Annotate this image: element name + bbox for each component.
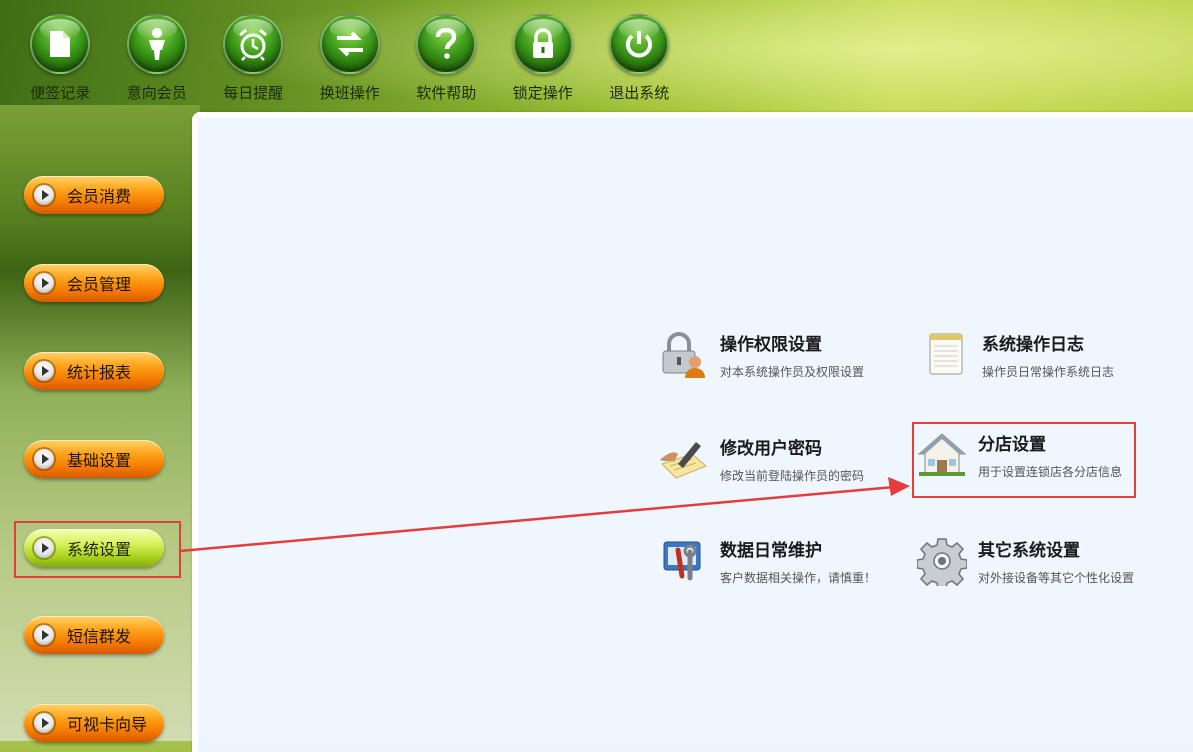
sidebar-item-reports[interactable]: 统计报表 (24, 352, 164, 390)
top-toolbar: 便签记录 意向会员 每日提醒 换班操作 软件帮助 锁定操作 退出系统 (12, 14, 688, 106)
sidebar-item-card-wizard[interactable]: 可视卡向导 (24, 704, 164, 742)
gear-icon (914, 536, 970, 586)
setting-title: 其它系统设置 (978, 541, 1080, 561)
sidebar-item-label: 统计报表 (67, 363, 132, 382)
toolbar-button-prospects[interactable]: 意向会员 (109, 14, 206, 106)
setting-data-maintenance[interactable]: 数据日常维护 客户数据相关操作，请慎重！ (656, 536, 876, 586)
highlight-box-sidebar (14, 521, 181, 578)
toolbar-button-exit[interactable]: 退出系统 (591, 14, 688, 106)
toolbar-button-help[interactable]: 软件帮助 (398, 14, 495, 106)
lock-user-icon (656, 330, 712, 380)
sidebar-item-label: 会员消费 (67, 187, 132, 206)
play-icon (34, 449, 54, 469)
swap-arrows-icon (319, 14, 380, 74)
setting-permissions[interactable]: 操作权限设置 对本系统操作员及权限设置 (656, 330, 864, 380)
power-icon (609, 14, 670, 74)
play-icon (34, 273, 54, 293)
sidebar-item-label: 可视卡向导 (67, 715, 148, 734)
person-icon (126, 14, 187, 74)
setting-change-password[interactable]: 修改用户密码 修改当前登陆操作员的密码 (656, 434, 864, 484)
setting-title: 修改用户密码 (720, 439, 822, 459)
question-icon (416, 14, 477, 74)
sidebar-item-basic-settings[interactable]: 基础设置 (24, 440, 164, 478)
setting-title: 数据日常维护 (720, 541, 822, 561)
toolbar-label: 每日提醒 (223, 84, 284, 102)
sidebar-item-member-consumption[interactable]: 会员消费 (24, 176, 164, 214)
toolbar-label: 便签记录 (30, 84, 91, 102)
setting-description: 对本系统操作员及权限设置 (720, 365, 865, 379)
setting-other-system[interactable]: 其它系统设置 对外接设备等其它个性化设置 (914, 536, 1134, 586)
play-icon (34, 713, 54, 733)
play-icon (34, 185, 54, 205)
setting-title: 操作权限设置 (720, 335, 822, 355)
toolbar-label: 锁定操作 (512, 84, 573, 102)
setting-title: 系统操作日志 (982, 335, 1084, 355)
notepad-icon (918, 330, 974, 380)
toolbar-button-lock[interactable]: 锁定操作 (495, 14, 592, 106)
sidebar-item-label: 短信群发 (67, 627, 132, 646)
toolbar-button-reminder[interactable]: 每日提醒 (205, 14, 302, 106)
alarm-clock-icon (223, 14, 284, 74)
note-icon (30, 14, 91, 74)
toolbar-button-notes[interactable]: 便签记录 (12, 14, 109, 106)
sidebar-item-label: 基础设置 (67, 451, 132, 470)
toolbar-label: 意向会员 (126, 84, 187, 102)
play-icon (34, 361, 54, 381)
setting-description: 对外接设备等其它个性化设置 (978, 571, 1135, 585)
setting-description: 修改当前登陆操作员的密码 (720, 469, 865, 483)
setting-description: 客户数据相关操作，请慎重！ (720, 571, 877, 585)
toolbar-label: 软件帮助 (416, 84, 477, 102)
toolbar-label: 退出系统 (609, 84, 670, 102)
sidebar-item-sms[interactable]: 短信群发 (24, 616, 164, 654)
highlight-box-branch (912, 422, 1136, 498)
setting-operation-log[interactable]: 系统操作日志 操作员日常操作系统日志 (918, 330, 1114, 380)
sidebar-item-member-management[interactable]: 会员管理 (24, 264, 164, 302)
play-icon (34, 625, 54, 645)
pen-paper-icon (656, 434, 712, 484)
toolbar-label: 换班操作 (319, 84, 380, 102)
toolbar-button-shift[interactable]: 换班操作 (302, 14, 399, 106)
tools-icon (656, 536, 712, 586)
sidebar-item-label: 会员管理 (67, 275, 132, 294)
setting-description: 操作员日常操作系统日志 (982, 365, 1115, 379)
lock-icon (512, 14, 573, 74)
